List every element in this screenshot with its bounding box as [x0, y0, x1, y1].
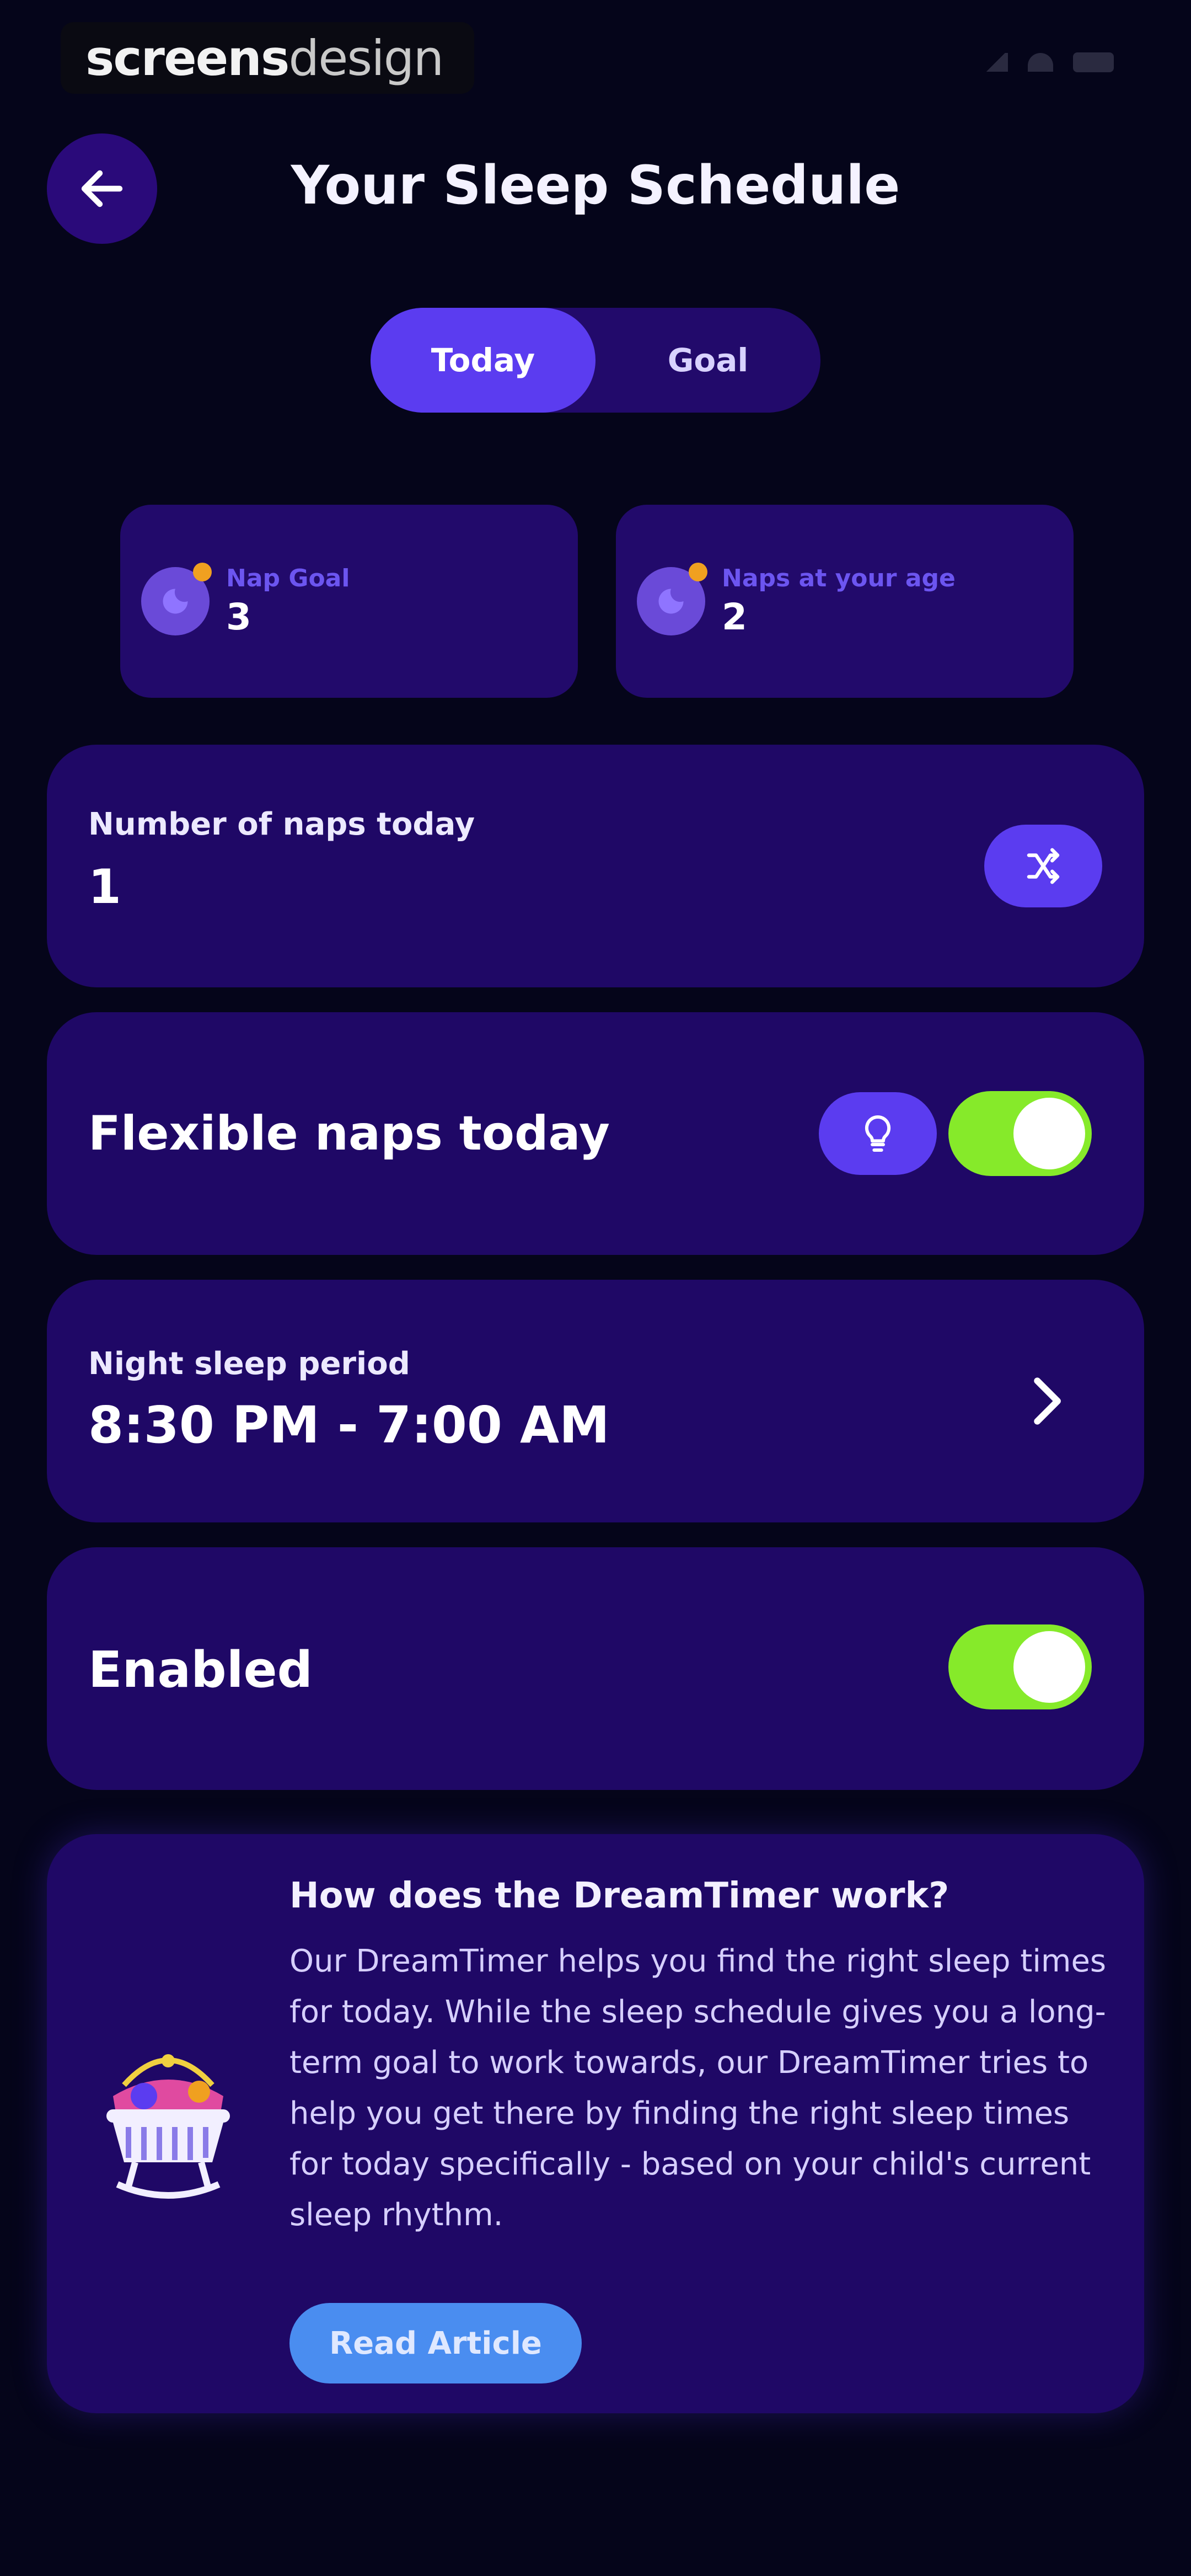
chevron-right-icon	[1034, 1377, 1061, 1425]
info-title: How does the DreamTimer work?	[289, 1875, 949, 1916]
moon-icon	[163, 589, 188, 614]
toggle-knob	[1013, 1098, 1085, 1169]
shuffle-icon	[1027, 848, 1060, 884]
status-bar-icons	[984, 52, 1114, 72]
naps-at-age-value: 2	[722, 596, 747, 638]
enabled-card: Enabled	[47, 1547, 1144, 1790]
night-sleep-card[interactable]: Night sleep period 8:30 PM - 7:00 AM	[47, 1280, 1144, 1522]
cradle-illustration	[106, 2054, 230, 2199]
read-article-button[interactable]: Read Article	[289, 2303, 582, 2383]
naps-today-label: Number of naps today	[88, 806, 475, 842]
page-title: Your Sleep Schedule	[291, 154, 900, 216]
nap-goal-label: Nap Goal	[226, 564, 350, 592]
toggle-knob	[1013, 1631, 1085, 1703]
flexible-info-button[interactable]	[819, 1092, 937, 1175]
wifi-icon	[1028, 53, 1053, 72]
moon-badge-icon	[141, 563, 212, 635]
tab-goal[interactable]: Goal	[596, 308, 820, 413]
battery-icon	[1073, 52, 1114, 72]
signal-icon	[984, 53, 1008, 72]
moon-badge-icon	[637, 563, 707, 635]
nap-goal-card: Nap Goal 3	[120, 505, 578, 698]
shuffle-button[interactable]	[984, 825, 1102, 907]
watermark-text-bold: screens	[85, 29, 289, 87]
flexible-naps-toggle[interactable]	[948, 1091, 1092, 1176]
flexible-naps-card: Flexible naps today	[47, 1012, 1144, 1255]
tab-today[interactable]: Today	[371, 308, 596, 413]
naps-at-age-label: Naps at your age	[722, 564, 956, 592]
nap-goal-value: 3	[226, 596, 251, 638]
watermark-text-light: design	[288, 29, 444, 87]
naps-today-card[interactable]: Number of naps today 1	[47, 745, 1144, 987]
schedule-segmented-control: Today Goal	[371, 308, 820, 413]
naps-at-age-card: Naps at your age 2	[616, 505, 1074, 698]
flexible-naps-label: Flexible naps today	[88, 1106, 610, 1161]
naps-today-value: 1	[88, 859, 121, 915]
moon-icon	[658, 589, 684, 614]
enabled-toggle[interactable]	[948, 1624, 1092, 1709]
night-sleep-label: Night sleep period	[88, 1346, 410, 1382]
night-sleep-value: 8:30 PM - 7:00 AM	[88, 1396, 610, 1455]
info-body: Our DreamTimer helps you find the right …	[289, 1943, 1107, 2233]
enabled-label: Enabled	[88, 1641, 313, 1699]
screensdesign-watermark: screens design	[61, 22, 474, 94]
lightbulb-icon	[865, 1115, 891, 1152]
